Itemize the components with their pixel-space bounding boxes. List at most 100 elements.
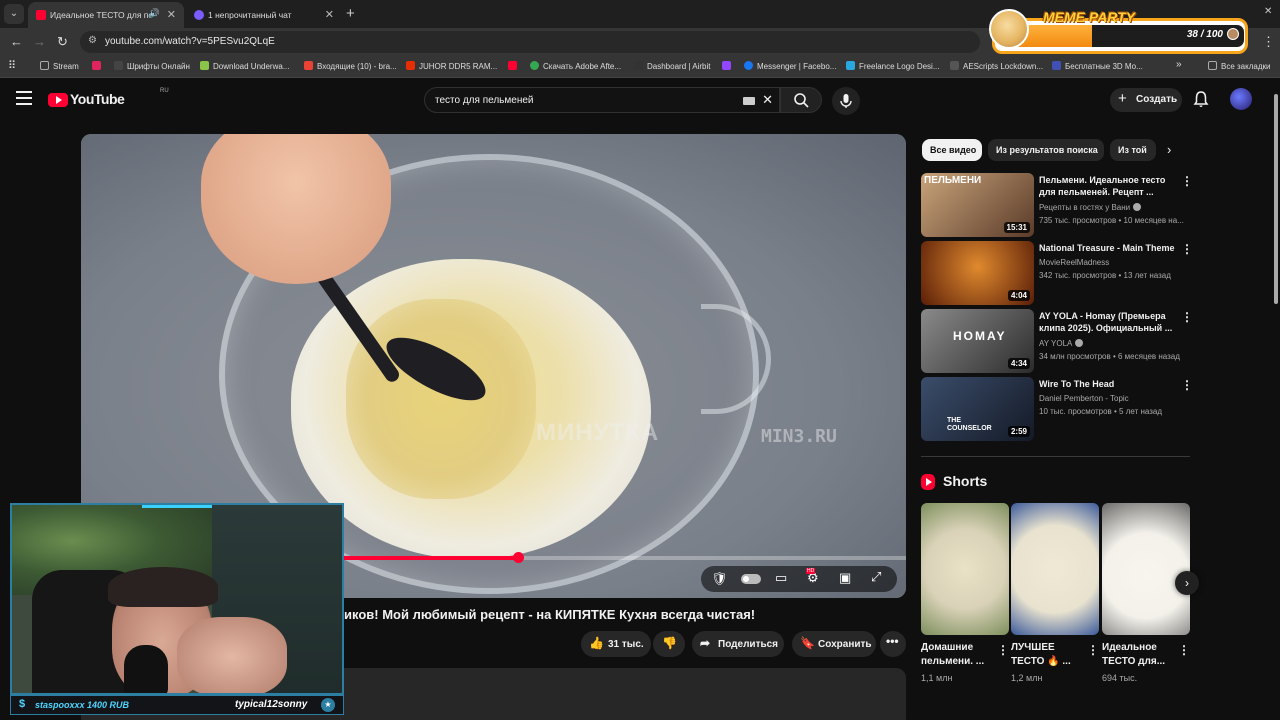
more-icon[interactable]: ⋮	[1181, 242, 1193, 256]
site-info-icon[interactable]: ⚙	[88, 35, 97, 46]
bookmark-label: Freelance Logo Desi...	[859, 62, 940, 71]
all-bookmarks[interactable]: Все закладки	[1208, 61, 1270, 71]
page-scrollbar[interactable]	[1273, 86, 1279, 686]
browser-menu-icon[interactable]: ⋮	[1262, 34, 1275, 50]
shield-icon[interactable]: 🛡	[711, 571, 728, 587]
video-thumbnail[interactable]: 4:04	[921, 241, 1034, 305]
video-title: Wire To The Head	[1039, 379, 1115, 389]
save-button[interactable]: 🔖 Сохранить	[792, 631, 876, 657]
chip-from-same[interactable]: Из той	[1110, 139, 1156, 161]
recommendation-item[interactable]: HOMAY 4:34 AY YOLA - Homay (Премьера кли…	[921, 309, 1193, 373]
microphone-image	[124, 645, 168, 693]
recommendation-item[interactable]: THE COUNSELOR 2:59 Wire To The Head Dani…	[921, 377, 1193, 441]
keyboard-icon[interactable]	[743, 97, 755, 105]
bookmark-youtube[interactable]	[508, 61, 521, 71]
bookmark-live[interactable]	[92, 61, 105, 71]
back-icon[interactable]: ←	[10, 34, 23, 49]
more-icon[interactable]: ⋮	[1181, 310, 1193, 324]
short-item[interactable]: Идеальное ТЕСТО для... 694 тыс. ⋮	[1102, 503, 1190, 693]
tab-chat[interactable]: 1 непрочитанный чат ✕	[186, 2, 342, 28]
tab-title: Идеальное ТЕСТО для пе	[50, 10, 154, 20]
bookmark-messenger[interactable]: Messenger | Facebo...	[744, 61, 836, 71]
tab-search-button[interactable]: ⌄	[4, 4, 24, 24]
voice-search-button[interactable]	[832, 87, 860, 115]
ae-icon	[200, 61, 209, 70]
duration-badge: 4:04	[1007, 290, 1030, 301]
subtitles-icon[interactable]: ▭	[775, 570, 787, 586]
menu-icon[interactable]	[16, 91, 32, 105]
aescripts-icon	[950, 61, 959, 70]
create-button[interactable]: + Создать	[1110, 88, 1182, 112]
mic-icon	[840, 94, 852, 108]
chip-all-videos[interactable]: Все видео	[922, 139, 982, 161]
autoplay-toggle[interactable]	[741, 574, 761, 584]
more-icon[interactable]: ⋮	[1178, 643, 1190, 657]
close-tab-icon[interactable]: ✕	[167, 8, 176, 21]
rank-badge-icon: ★	[321, 698, 335, 712]
bookmark-label: Входящие (10) - bra...	[317, 62, 397, 71]
more-icon[interactable]: ⋮	[1087, 643, 1099, 657]
close-window-icon[interactable]: ✕	[1264, 6, 1272, 17]
bookmark-gmail[interactable]: Входящие (10) - bra...	[304, 61, 397, 71]
more-icon[interactable]: ⋮	[997, 643, 1009, 657]
more-icon[interactable]: ⋮	[1181, 378, 1193, 392]
apps-grid-icon[interactable]: ⠿	[8, 59, 16, 72]
logo-text: YouTube	[70, 91, 125, 107]
hands-image	[177, 617, 287, 693]
short-item[interactable]: Домашние пельмени. ... 1,1 млн ⋮	[921, 503, 1009, 693]
like-button[interactable]: 👍 31 тыс.	[581, 631, 651, 657]
more-icon[interactable]: ⋮	[1181, 174, 1193, 188]
bookmark-download[interactable]: Download Underwa...	[200, 61, 289, 71]
bookmark-airbit[interactable]: Dashboard | Airbit	[634, 61, 710, 71]
channel-label: Рецепты в гостях у Вани	[1039, 203, 1131, 212]
chevron-right-icon[interactable]: ›	[1167, 142, 1171, 157]
shorts-next-button[interactable]: ›	[1175, 571, 1199, 595]
bookmark-stream[interactable]: Stream	[40, 61, 79, 71]
bookmark-aliexpress[interactable]: JUHOR DDR5 RAM...	[406, 61, 497, 71]
url-field[interactable]: ⚙ youtube.com/watch?v=5PESvu2QLqE	[80, 31, 980, 53]
clear-search-icon[interactable]: ✕	[762, 92, 773, 108]
coin-icon	[1227, 28, 1239, 40]
video-watermark: МИНУТКА	[536, 419, 660, 446]
bookmark-fonts[interactable]: Шрифты Онлайн	[114, 61, 190, 71]
speaker-icon[interactable]: 🔊	[149, 8, 160, 19]
bookmark-aescripts[interactable]: AEScripts Lockdown...	[950, 61, 1043, 71]
share-button[interactable]: ➦ Поделиться	[692, 631, 784, 657]
miniplayer-icon[interactable]: ▣	[839, 570, 851, 586]
search-input[interactable]: тесто для пельменей ✕	[424, 87, 780, 113]
short-thumbnail[interactable]	[921, 503, 1009, 635]
recommendation-item[interactable]: ПЕЛЬМЕНИ 15:31 Пельмени. Идеальное тесто…	[921, 173, 1193, 237]
scrollbar-thumb[interactable]	[1274, 94, 1278, 304]
short-thumbnail[interactable]	[1102, 503, 1190, 635]
meme-count: 38 / 100	[1186, 29, 1223, 40]
search-button[interactable]	[780, 87, 822, 113]
bookmark-adobe[interactable]: Скачать Adobe Afte...	[530, 61, 621, 71]
avatar[interactable]	[1230, 88, 1252, 110]
notifications-button[interactable]	[1193, 90, 1209, 113]
dislike-button[interactable]: 👎	[653, 631, 685, 657]
video-thumbnail[interactable]: HOMAY 4:34	[921, 309, 1034, 373]
recommendation-item[interactable]: 4:04 National Treasure - Main Theme Movi…	[921, 241, 1193, 305]
reload-icon[interactable]: ↻	[57, 34, 68, 50]
bell-icon	[1193, 91, 1209, 107]
video-thumbnail[interactable]: ПЕЛЬМЕНИ 15:31	[921, 173, 1034, 237]
video-thumbnail[interactable]: THE COUNSELOR 2:59	[921, 377, 1034, 441]
bookmark-freelance[interactable]: Freelance Logo Desi...	[846, 61, 940, 71]
more-bookmarks-icon[interactable]: »	[1176, 59, 1182, 70]
bookmark-3d[interactable]: Бесплатные 3D Мо...	[1052, 61, 1143, 71]
forward-icon[interactable]: →	[33, 34, 46, 49]
chip-from-search[interactable]: Из результатов поиска	[988, 139, 1104, 161]
fullscreen-icon[interactable]: ⤢	[871, 569, 881, 585]
tab-youtube[interactable]: Идеальное ТЕСТО для пе 🔊 ✕	[28, 2, 184, 28]
youtube-play-icon	[48, 93, 68, 107]
short-thumbnail[interactable]	[1011, 503, 1099, 635]
more-actions-button[interactable]: •••	[880, 631, 906, 657]
video-title: Пельмени. Идеальное тесто для пельменей.…	[1039, 175, 1166, 197]
bookmark-twitch[interactable]	[722, 61, 735, 71]
close-tab-icon[interactable]: ✕	[325, 8, 334, 21]
short-item[interactable]: ЛУЧШЕЕ ТЕСТО 🔥 ... 1,2 млн ⋮	[1011, 503, 1099, 693]
new-tab-button[interactable]: +	[346, 5, 355, 22]
plus-icon: +	[1118, 90, 1127, 107]
twitch-icon	[722, 61, 731, 70]
font-icon	[114, 61, 123, 70]
